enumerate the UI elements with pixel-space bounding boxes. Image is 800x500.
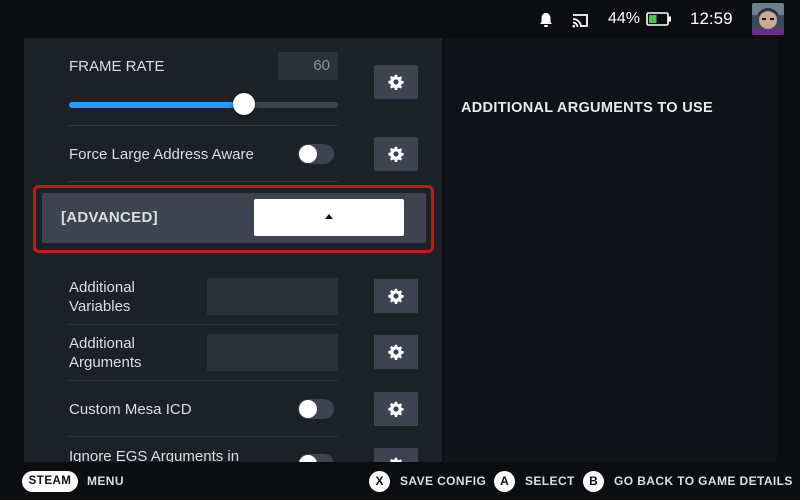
steam-button[interactable]: STEAM — [22, 471, 78, 492]
ignore-egs-arguments-settings-button[interactable] — [374, 448, 418, 462]
status-bar: 44% 12:59 — [0, 0, 800, 38]
force-large-address-aware-label: Force Large Address Aware — [69, 146, 254, 163]
toggle-knob — [299, 145, 317, 163]
gear-icon — [388, 401, 404, 417]
a-button-icon[interactable]: A — [494, 471, 515, 492]
save-config-hint: SAVE CONFIG — [400, 474, 487, 488]
battery-icon — [646, 12, 671, 26]
caret-up-icon — [325, 214, 333, 219]
additional-variables-settings-button[interactable] — [374, 279, 418, 313]
advanced-row[interactable]: [ADVANCED] — [42, 193, 426, 243]
additional-arguments-label: Additional Arguments — [69, 335, 142, 371]
select-hint: SELECT — [525, 474, 575, 488]
divider — [68, 125, 338, 126]
divider — [68, 324, 338, 325]
divider — [68, 380, 338, 381]
go-back-hint: GO BACK TO GAME DETAILS — [614, 474, 793, 488]
gear-icon — [388, 74, 404, 90]
gear-icon — [388, 146, 404, 162]
clock: 12:59 — [690, 9, 733, 28]
additional-variables-label: Additional Variables — [69, 279, 135, 315]
divider — [68, 181, 338, 182]
custom-mesa-icd-toggle[interactable] — [298, 399, 334, 419]
frame-rate-slider-fill — [69, 102, 244, 108]
divider — [68, 436, 338, 437]
ignore-egs-arguments-toggle[interactable] — [298, 454, 334, 462]
cast-icon[interactable] — [571, 11, 589, 29]
frame-rate-value: 60 — [278, 52, 338, 80]
description-panel: ADDITIONAL ARGUMENTS TO USE — [444, 38, 777, 462]
additional-arguments-settings-button[interactable] — [374, 335, 418, 369]
bell-icon[interactable] — [537, 11, 555, 29]
force-large-address-aware-settings-button[interactable] — [374, 137, 418, 171]
gear-icon — [388, 288, 404, 304]
custom-mesa-icd-label: Custom Mesa ICD — [69, 401, 192, 418]
custom-mesa-icd-settings-button[interactable] — [374, 392, 418, 426]
gear-icon — [388, 344, 404, 360]
advanced-label: [ADVANCED] — [61, 209, 158, 226]
description-title: ADDITIONAL ARGUMENTS TO USE — [461, 100, 713, 116]
force-large-address-aware-toggle[interactable] — [298, 144, 334, 164]
additional-variables-input[interactable] — [207, 278, 338, 315]
b-button-icon[interactable]: B — [583, 471, 604, 492]
battery-percent: 44% — [608, 10, 641, 27]
avatar[interactable] — [752, 3, 784, 35]
menu-hint: MENU — [87, 474, 124, 488]
additional-arguments-input[interactable] — [207, 334, 338, 371]
ignore-egs-arguments-label: Ignore EGS Arguments in — [69, 448, 240, 462]
toggle-knob — [299, 400, 317, 418]
frame-rate-label: FRAME RATE — [69, 58, 165, 75]
frame-rate-slider[interactable] — [69, 102, 338, 108]
frame-rate-slider-handle[interactable] — [232, 93, 255, 115]
advanced-dropdown[interactable] — [254, 199, 404, 236]
footer-bar: STEAM MENU X SAVE CONFIG A SELECT B GO B… — [0, 462, 800, 500]
toggle-knob — [299, 455, 317, 462]
frame-rate-settings-button[interactable] — [374, 65, 418, 99]
x-button-icon[interactable]: X — [369, 471, 390, 492]
